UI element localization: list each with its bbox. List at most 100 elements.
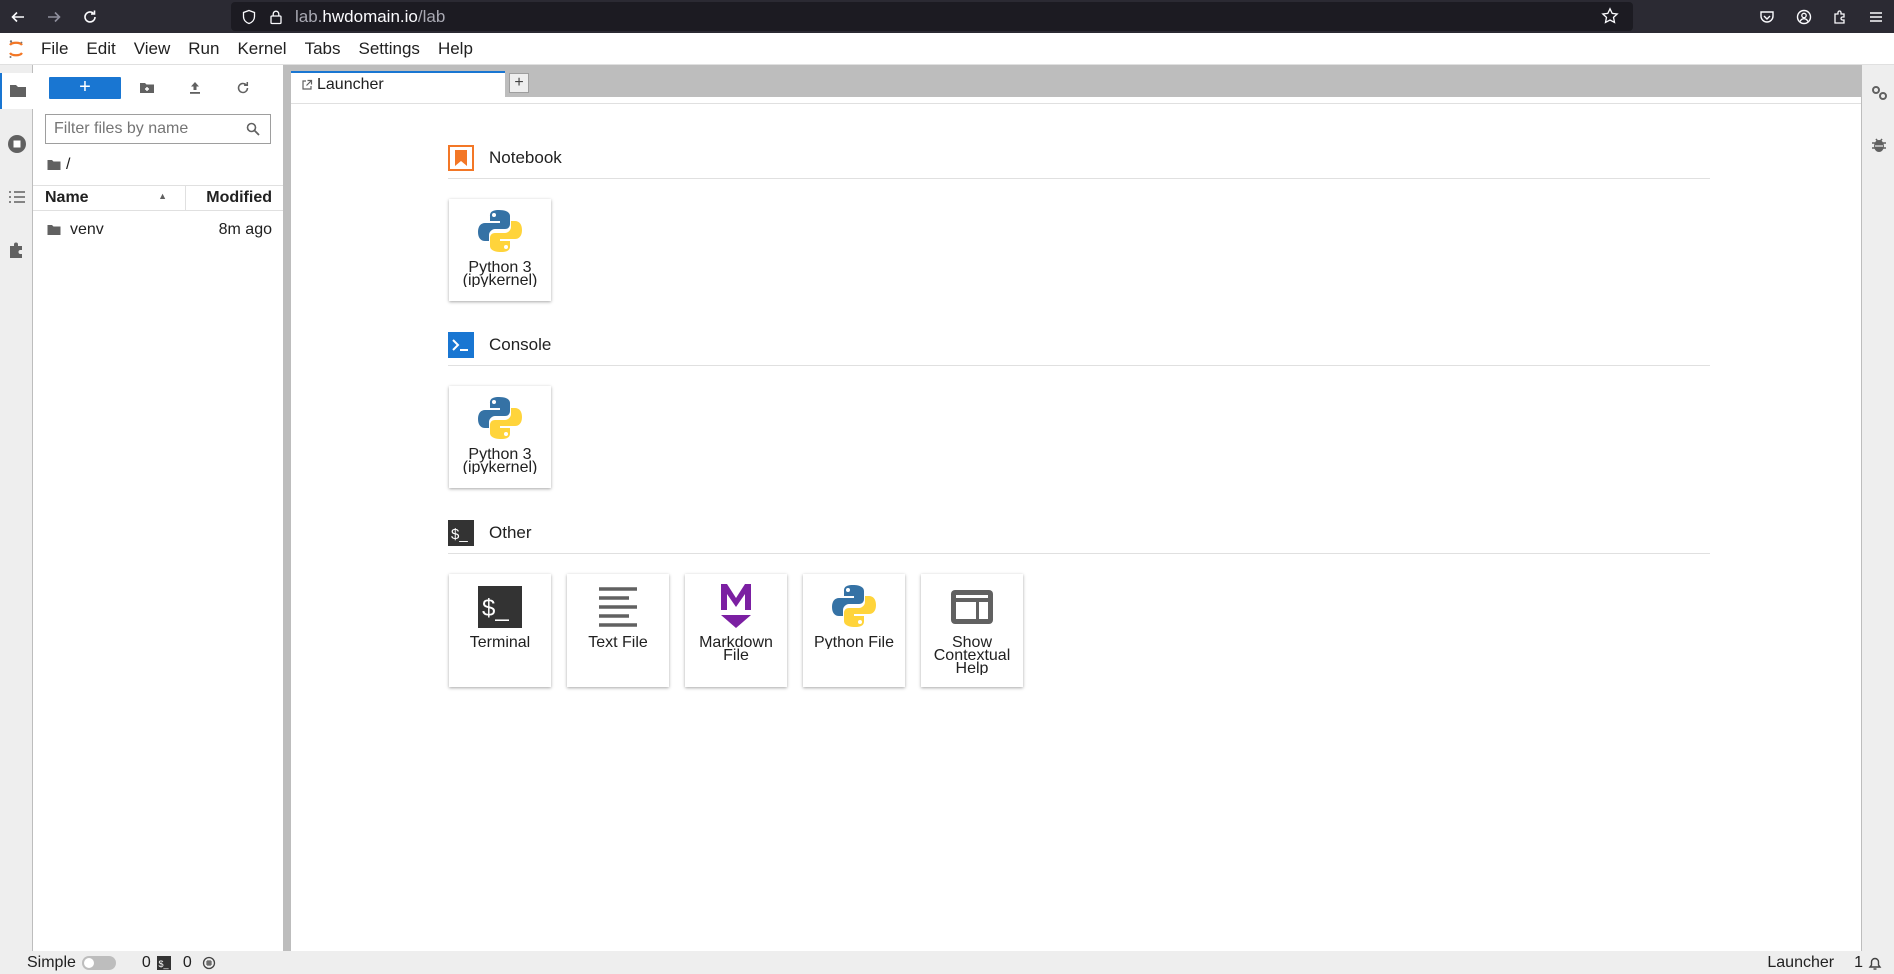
file-modified: 8m ago <box>218 221 272 238</box>
jupyter-logo-icon <box>0 33 32 65</box>
status-right-group: Launcher 1 <box>1767 951 1894 974</box>
text-file-icon <box>594 582 642 630</box>
section-title: Other <box>489 523 532 542</box>
modified-column-header[interactable]: Modified <box>186 189 283 207</box>
breadcrumb-root[interactable]: / <box>66 156 70 174</box>
hamburger-menu-icon <box>1870 11 1882 22</box>
markdown-icon <box>712 582 760 630</box>
account-button[interactable] <box>1786 0 1822 33</box>
python-logo-icon <box>476 207 524 255</box>
table-of-contents-tab[interactable] <box>0 179 33 215</box>
file-browser-toolbar: + <box>33 65 283 109</box>
puzzle-icon <box>9 242 22 258</box>
svg-text:$_: $_ <box>158 959 169 969</box>
other-section-header: $_ Other <box>448 520 1710 554</box>
menu-settings[interactable]: Settings <box>350 33 429 65</box>
console-python3-card[interactable]: Python 3 (ipykernel) <box>449 386 551 488</box>
terminals-count[interactable]: 0 <box>183 954 192 972</box>
url-text: lab.hwdomain.io/lab <box>295 7 445 27</box>
url-path: /lab <box>417 6 446 26</box>
arrow-left-icon <box>11 11 24 22</box>
extensions-button[interactable] <box>1822 0 1858 33</box>
menu-help[interactable]: Help <box>429 33 482 65</box>
file-browser-tab[interactable] <box>0 73 33 109</box>
property-inspector-tab[interactable] <box>1862 75 1894 111</box>
svg-text:$_: $_ <box>451 526 468 543</box>
menu-file[interactable]: File <box>32 33 77 65</box>
pocket-icon <box>1760 10 1774 23</box>
card-label: Python File <box>813 636 895 649</box>
kernels-count[interactable]: 0 <box>142 954 151 972</box>
menu-kernel[interactable]: Kernel <box>228 33 295 65</box>
markdown-file-card[interactable]: Markdown File <box>685 574 787 687</box>
contextual-help-card[interactable]: Show Contextual Help <box>921 574 1023 687</box>
python-logo-icon <box>476 394 524 442</box>
shield-icon[interactable] <box>241 9 257 25</box>
new-folder-button[interactable] <box>133 77 161 99</box>
name-column-label: Name <box>45 189 89 206</box>
pocket-button[interactable] <box>1749 0 1785 33</box>
card-label: Show Contextual Help <box>933 636 1011 675</box>
menu-view[interactable]: View <box>125 33 180 65</box>
launcher-panel: Notebook Python 3 (ipykernel) Console Py… <box>291 97 1861 951</box>
card-label: Terminal <box>469 636 531 649</box>
menu-run[interactable]: Run <box>179 33 228 65</box>
back-button[interactable] <box>0 0 36 33</box>
running-stop-icon <box>7 135 26 153</box>
notification-count[interactable]: 1 <box>1854 954 1863 972</box>
refresh-icon <box>237 82 249 94</box>
console-icon <box>448 332 474 358</box>
extensions-puzzle-icon <box>1834 9 1845 24</box>
status-bar: Simple 0 $_ 0 Launcher 1 <box>0 951 1894 974</box>
forward-button[interactable] <box>36 0 72 33</box>
refresh-button[interactable] <box>229 77 257 99</box>
simple-mode-toggle[interactable] <box>81 955 116 970</box>
console-section-header: Console <box>448 332 1710 366</box>
text-file-card[interactable]: Text File <box>567 574 669 687</box>
filter-files-input[interactable] <box>54 120 240 138</box>
menu-bar: File Edit View Run Kernel Tabs Settings … <box>0 33 1894 65</box>
terminal-icon: $_ <box>448 520 474 546</box>
new-folder-icon <box>140 83 154 93</box>
extension-manager-tab[interactable] <box>0 232 33 268</box>
notebook-section-header: Notebook <box>448 145 1710 179</box>
card-label: Python 3 (ipykernel) <box>462 448 538 474</box>
file-listing-header: Name ▲ Modified <box>33 185 283 211</box>
bell-icon[interactable] <box>1867 955 1883 971</box>
tab-launcher[interactable]: Launcher <box>291 71 505 97</box>
folder-icon <box>47 225 61 235</box>
terminal-card[interactable]: $_ Terminal <box>449 574 551 687</box>
bookmark-star-icon[interactable] <box>1601 7 1619 25</box>
address-bar[interactable]: lab.hwdomain.io/lab <box>231 2 1633 31</box>
launcher-icon <box>302 79 313 90</box>
list-icon <box>8 191 25 203</box>
debugger-tab[interactable] <box>1862 127 1894 163</box>
reload-button[interactable] <box>72 0 108 33</box>
card-label: Markdown File <box>699 636 773 662</box>
python-file-card[interactable]: Python File <box>803 574 905 687</box>
notebook-python3-card[interactable]: Python 3 (ipykernel) <box>449 199 551 301</box>
file-row-venv[interactable]: venv 8m ago <box>33 216 283 244</box>
new-launcher-button[interactable]: + <box>49 77 121 99</box>
name-column-header[interactable]: Name ▲ <box>33 186 186 210</box>
tab-label: Launcher <box>317 76 384 93</box>
lock-icon[interactable] <box>269 9 283 25</box>
sidebar-resize-handle[interactable] <box>283 65 291 951</box>
right-sidebar-tabs <box>1861 65 1894 951</box>
add-tab-button[interactable]: + <box>509 73 529 93</box>
breadcrumb: / <box>47 155 70 175</box>
main-dock-area: Launcher + Notebook Python 3 (ipykernel)… <box>291 65 1861 951</box>
search-icon <box>246 122 260 136</box>
kernel-status-icon <box>202 956 215 969</box>
terminal-icon: $_ <box>476 582 524 630</box>
folder-icon[interactable] <box>47 159 61 171</box>
upload-button[interactable] <box>181 77 209 99</box>
contextual-help-icon <box>948 582 996 630</box>
arrow-right-icon <box>48 11 61 22</box>
menu-tabs[interactable]: Tabs <box>296 33 350 65</box>
running-sessions-tab[interactable] <box>0 126 33 162</box>
notebook-icon <box>448 145 474 171</box>
reload-icon <box>84 10 96 23</box>
app-menu-button[interactable] <box>1858 0 1894 33</box>
menu-edit[interactable]: Edit <box>77 33 124 65</box>
